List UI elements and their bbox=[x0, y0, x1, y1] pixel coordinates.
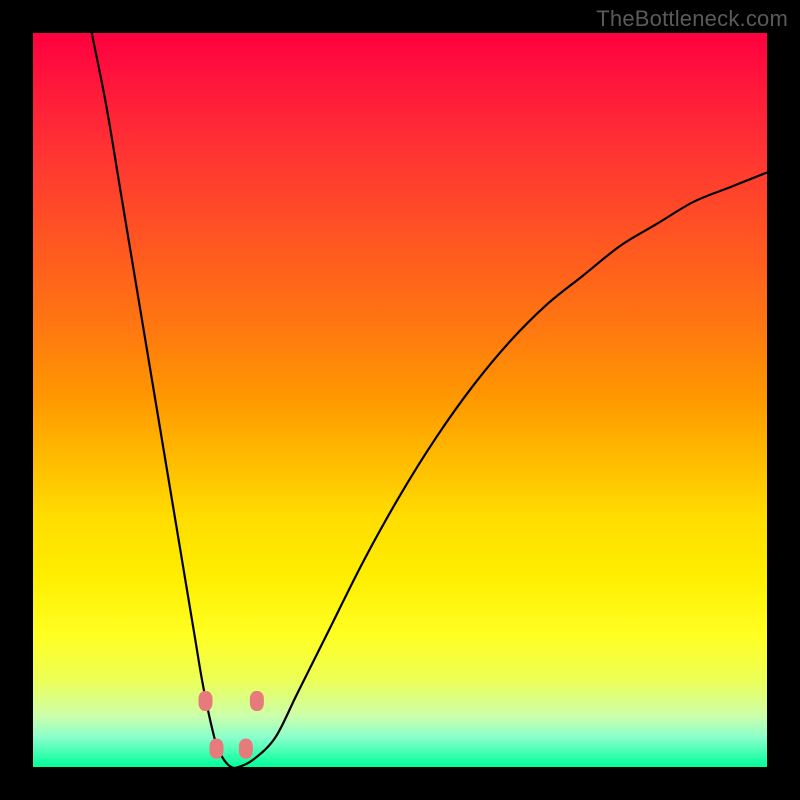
curve-layer bbox=[33, 33, 767, 767]
plot-area bbox=[33, 33, 767, 767]
bottleneck-curve bbox=[92, 33, 767, 768]
curve-marker bbox=[250, 691, 264, 711]
marker-group bbox=[198, 691, 263, 759]
chart-frame: TheBottleneck.com bbox=[0, 0, 800, 800]
curve-marker bbox=[239, 739, 253, 759]
watermark-text: TheBottleneck.com bbox=[596, 6, 788, 32]
curve-marker bbox=[198, 691, 212, 711]
curve-marker bbox=[210, 739, 224, 759]
